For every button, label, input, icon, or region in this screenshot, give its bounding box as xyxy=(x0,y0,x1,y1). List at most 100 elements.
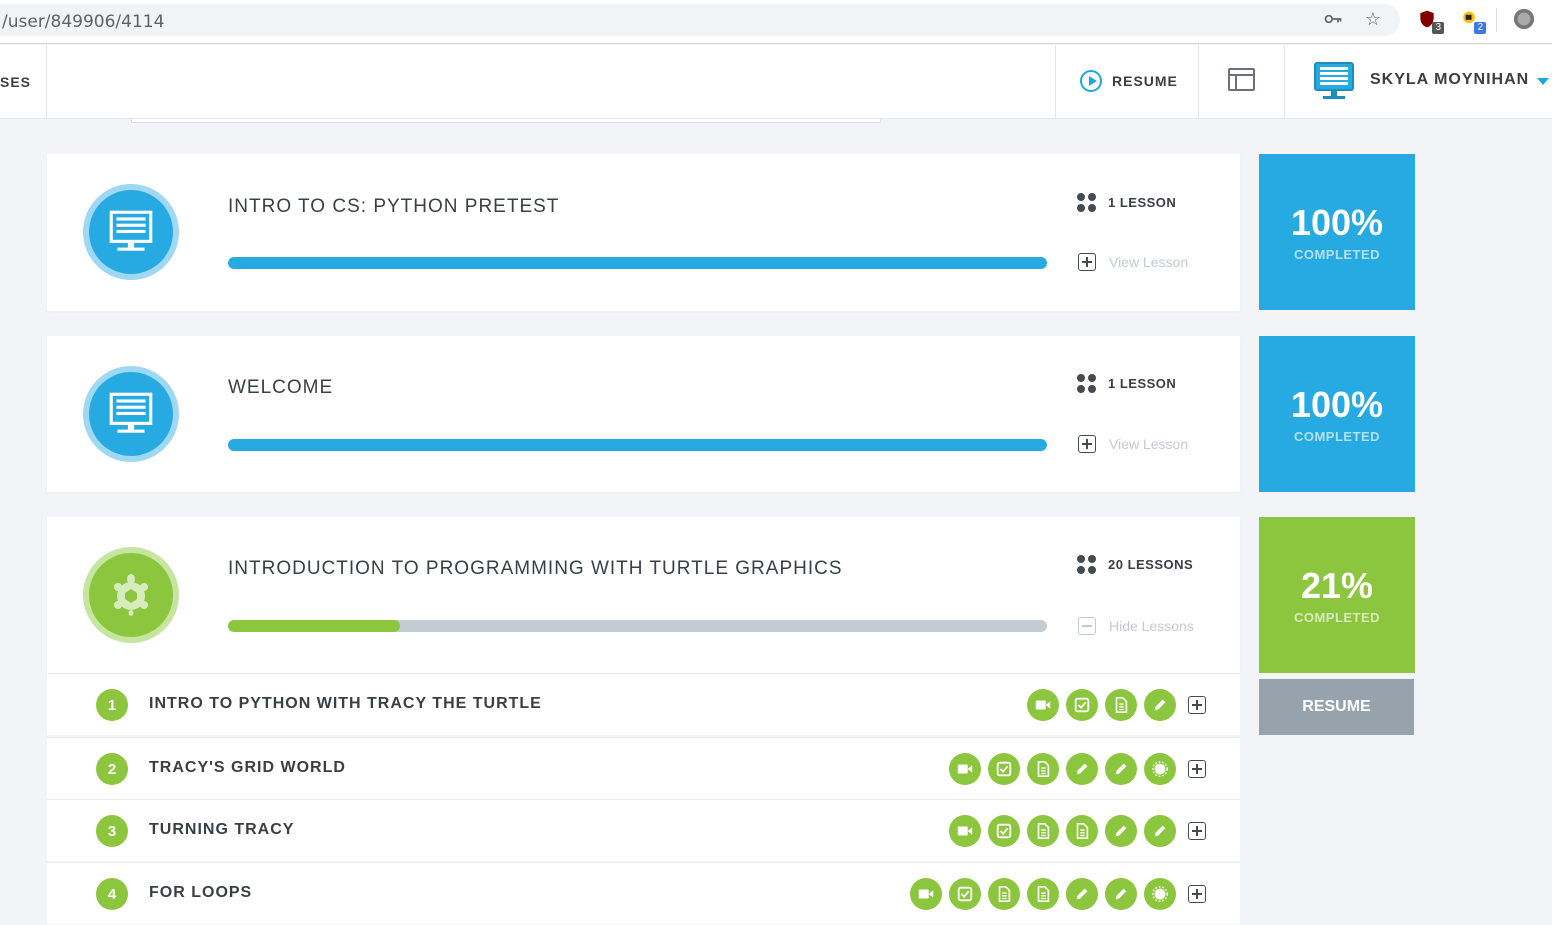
lesson-row[interactable]: 1 INTRO TO PYTHON WITH TRACY THE TURTLE xyxy=(47,673,1240,735)
course-card: WELCOME 1 LESSON View Lesson xyxy=(47,336,1240,492)
lesson-count: 1 LESSON xyxy=(1077,374,1176,393)
completion-box: 21% COMPLETED xyxy=(1259,517,1415,673)
lesson-name[interactable]: TRACY'S GRID WORLD xyxy=(149,759,346,777)
pencil-icon[interactable] xyxy=(1105,878,1137,910)
completion-percent: 100% xyxy=(1290,201,1384,243)
ublock-extension-icon[interactable]: 3 xyxy=(1416,8,1444,34)
user-monitor-avatar-icon[interactable] xyxy=(1312,59,1356,103)
course-title[interactable]: INTRO TO CS: PYTHON PRETEST xyxy=(228,196,559,218)
completion-percent: 100% xyxy=(1290,383,1384,425)
dots-grid-icon xyxy=(1077,555,1096,574)
header-divider xyxy=(1055,45,1056,119)
lesson-count: 20 LESSONS xyxy=(1077,555,1193,574)
activity-icons xyxy=(1027,689,1206,721)
completion-label: COMPLETED xyxy=(1293,428,1381,444)
lesson-number: 2 xyxy=(96,753,128,785)
completion-box: 100% COMPLETED xyxy=(1259,154,1415,310)
expand-plus-icon xyxy=(1078,253,1096,271)
monitor-icon xyxy=(89,190,173,274)
view-lesson-label: View Lesson xyxy=(1109,436,1189,452)
document-icon[interactable] xyxy=(1027,815,1059,847)
video-icon[interactable] xyxy=(949,753,981,785)
lesson-count-label: 1 LESSON xyxy=(1108,376,1177,391)
app-header: SES RESUME SKYLA MOYNIHAN xyxy=(0,45,1552,119)
lesson-count-label: 20 LESSONS xyxy=(1108,557,1194,572)
course-title[interactable]: WELCOME xyxy=(228,377,333,399)
lesson-name[interactable]: FOR LOOPS xyxy=(149,884,252,902)
lesson-row[interactable]: 2 TRACY'S GRID WORLD xyxy=(47,737,1240,799)
hide-lessons-toggle[interactable]: Hide Lessons xyxy=(1078,617,1194,635)
browser-toolbar: /user/849906/4114 ☆ 3 2 xyxy=(0,0,1552,44)
pencil-icon[interactable] xyxy=(1105,815,1137,847)
course-card: INTRODUCTION TO PROGRAMMING WITH TURTLE … xyxy=(47,517,1240,673)
lesson-name[interactable]: INTRO TO PYTHON WITH TRACY THE TURTLE xyxy=(149,695,542,713)
badge-icon[interactable] xyxy=(1144,878,1176,910)
progress-fill xyxy=(228,620,400,632)
expand-plus-icon[interactable] xyxy=(1188,696,1206,714)
course-title[interactable]: INTRODUCTION TO PROGRAMMING WITH TURTLE … xyxy=(228,558,843,580)
user-menu-caret-icon[interactable] xyxy=(1537,78,1549,85)
video-icon[interactable] xyxy=(910,878,942,910)
course-progress-bar xyxy=(228,439,1047,451)
collapse-minus-icon xyxy=(1078,617,1096,635)
lesson-number: 3 xyxy=(96,815,128,847)
course-resume-button[interactable]: RESUME xyxy=(1259,679,1414,735)
quiz-check-icon[interactable] xyxy=(949,878,981,910)
lesson-row[interactable]: 4 FOR LOOPS xyxy=(47,862,1240,924)
completion-percent: 21% xyxy=(1300,564,1374,606)
activity-icons xyxy=(949,815,1206,847)
quiz-check-icon[interactable] xyxy=(988,815,1020,847)
extension-badge: 2 xyxy=(1474,22,1486,34)
nav-courses-link[interactable]: SES xyxy=(0,74,31,90)
pencil-icon[interactable] xyxy=(1066,753,1098,785)
header-divider xyxy=(1198,45,1199,119)
turtle-icon xyxy=(89,553,173,637)
course-icon-ring xyxy=(83,366,179,462)
video-icon[interactable] xyxy=(949,815,981,847)
lesson-row[interactable]: 3 TURNING TRACY xyxy=(47,799,1240,861)
course-card: INTRO TO CS: PYTHON PRETEST 1 LESSON Vie… xyxy=(47,154,1240,311)
document-icon[interactable] xyxy=(1105,689,1137,721)
header-resume-button[interactable]: RESUME xyxy=(1080,70,1178,92)
lesson-count: 1 LESSON xyxy=(1077,193,1176,212)
quiz-check-icon[interactable] xyxy=(988,753,1020,785)
document-icon[interactable] xyxy=(1066,815,1098,847)
expand-plus-icon[interactable] xyxy=(1188,885,1206,903)
completion-label: COMPLETED xyxy=(1293,609,1381,625)
header-resume-label: RESUME xyxy=(1112,73,1178,89)
pencil-icon[interactable] xyxy=(1144,689,1176,721)
course-progress-bar xyxy=(228,620,1047,632)
window-layout-icon[interactable] xyxy=(1228,68,1255,91)
header-divider xyxy=(46,45,47,119)
document-icon[interactable] xyxy=(988,878,1020,910)
pencil-icon[interactable] xyxy=(1144,815,1176,847)
address-bar[interactable]: /user/849906/4114 xyxy=(0,4,1400,36)
pencil-icon[interactable] xyxy=(1105,753,1137,785)
view-lesson-toggle[interactable]: View Lesson xyxy=(1078,435,1188,453)
video-icon[interactable] xyxy=(1027,689,1059,721)
progress-fill xyxy=(228,439,1047,451)
expand-plus-icon[interactable] xyxy=(1188,822,1206,840)
document-icon[interactable] xyxy=(1027,753,1059,785)
course-icon-ring xyxy=(83,547,179,643)
toolbar-divider xyxy=(1496,8,1497,32)
document-icon[interactable] xyxy=(1027,878,1059,910)
dots-grid-icon xyxy=(1077,193,1096,212)
profile-avatar[interactable] xyxy=(1513,8,1535,30)
hide-lessons-label: Hide Lessons xyxy=(1109,618,1194,634)
view-lesson-toggle[interactable]: View Lesson xyxy=(1078,253,1188,271)
url-text[interactable]: /user/849906/4114 xyxy=(2,12,164,32)
user-name[interactable]: SKYLA MOYNIHAN xyxy=(1370,71,1529,89)
badge-icon[interactable] xyxy=(1144,753,1176,785)
extension-icon[interactable]: 2 xyxy=(1458,8,1486,34)
completion-box: 100% COMPLETED xyxy=(1259,336,1415,492)
expand-plus-icon[interactable] xyxy=(1188,760,1206,778)
pencil-icon[interactable] xyxy=(1066,878,1098,910)
activity-icons xyxy=(949,753,1206,785)
quiz-check-icon[interactable] xyxy=(1066,689,1098,721)
bookmark-star-icon[interactable]: ☆ xyxy=(1362,8,1384,30)
key-icon[interactable] xyxy=(1322,8,1344,30)
course-progress-bar xyxy=(228,257,1047,269)
lesson-name[interactable]: TURNING TRACY xyxy=(149,821,294,839)
lesson-count-label: 1 LESSON xyxy=(1108,195,1177,210)
